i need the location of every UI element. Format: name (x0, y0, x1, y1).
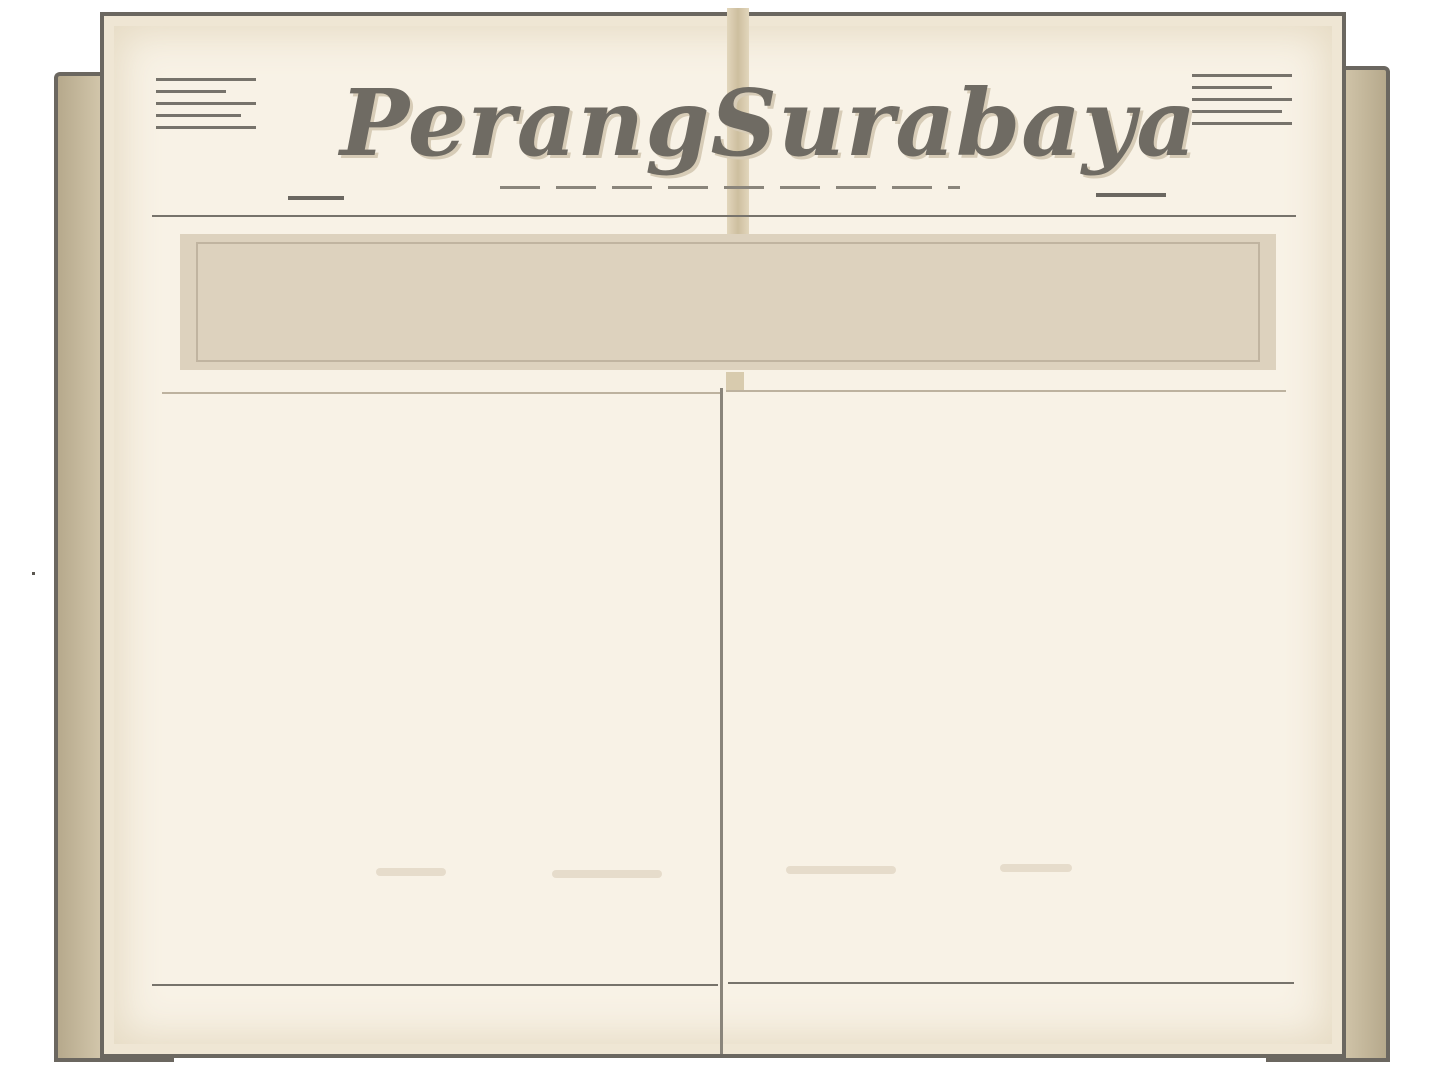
column-divider (720, 388, 723, 1054)
paper-smudge (376, 868, 446, 876)
footer-rule-left (152, 984, 718, 986)
headline-frame (196, 242, 1260, 362)
masthead-dateline (500, 186, 960, 189)
paper-smudge (1000, 864, 1072, 872)
dateline-mark-right (1096, 193, 1166, 197)
paper-smudge (552, 870, 662, 878)
article-column-left (162, 392, 722, 988)
dateline-mark-left (288, 196, 344, 200)
masthead-rule (152, 215, 1296, 217)
article-column-right (726, 390, 1286, 986)
masthead-title: PerangSurabaya (340, 69, 1197, 177)
masthead-right-text-lines (1192, 74, 1292, 134)
headline-box (180, 234, 1276, 370)
newspaper-scene: PerangSurabaya (0, 0, 1440, 1068)
masthead: PerangSurabaya (340, 58, 1196, 188)
footer-rule-right (728, 982, 1294, 984)
paper-smudge (786, 866, 896, 874)
masthead-left-text-lines (156, 78, 256, 138)
stray-dot (32, 572, 35, 575)
